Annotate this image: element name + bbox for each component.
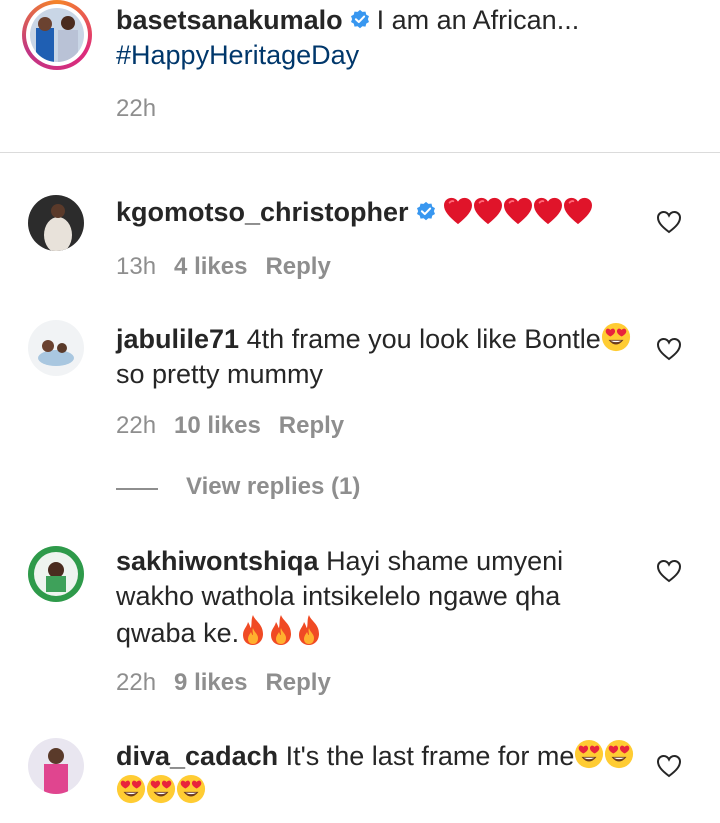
divider [0,152,720,153]
comment-line-2: wakho wathola intsikelelo ngawe qha [116,579,560,614]
red-heart-emoji [503,197,533,225]
reply-button[interactable]: Reply [265,669,330,696]
heart-eyes-emoji [574,739,604,769]
comment-text: wakho wathola intsikelelo ngawe qha [116,581,561,611]
replies-line [116,488,158,490]
fire-emoji [239,614,267,646]
comment-likes[interactable]: 10 likes [174,412,261,439]
comment-username[interactable]: sakhiwontshiqa [116,546,319,576]
red-heart-emoji [533,197,563,225]
comment-username[interactable]: jabulile71 [116,324,239,354]
heart-eyes-emoji [116,774,146,804]
comment-line-3: qwaba ke. [116,614,323,651]
comment-likes[interactable]: 9 likes [174,669,247,696]
comment-meta: 22h 9 likes Reply [116,668,349,698]
verified-badge-icon [349,9,371,31]
comment-text: It's the last frame for me [285,741,575,771]
caption-text: I am an African... [376,5,580,35]
like-heart-icon[interactable] [656,559,682,583]
like-heart-icon[interactable] [656,210,682,234]
comment-username[interactable]: kgomotso_christopher [116,197,409,227]
comment-line-2: so pretty mummy [116,357,323,392]
comment-avatar-sakhiwontshiqa[interactable] [28,546,84,602]
comment-avatar-kgomotso[interactable] [28,195,84,251]
caption-time: 22h [116,95,157,122]
fire-emoji [267,614,295,646]
view-replies-button[interactable]: View replies (1) [186,473,360,501]
comment-meta: 13h 4 likes Reply [116,252,349,282]
verified-badge-icon [415,201,437,223]
caption-line-1: basetsanakumalo I am an African... [116,3,579,38]
red-heart-emoji [443,197,473,225]
comment-likes[interactable]: 4 likes [174,253,247,280]
caption-hashtag[interactable]: #HappyHeritageDay [116,40,359,70]
like-heart-icon[interactable] [656,337,682,361]
caption-meta: 22h [116,94,174,124]
comment-avatar-jabulile[interactable] [28,320,84,376]
red-heart-emoji [563,197,593,225]
comment-text: 4th frame you look like Bontle [246,324,601,354]
comment-meta: 22h 10 likes Reply [116,411,362,441]
comment-line-1: jabulile71 4th frame you look like Bontl… [116,322,631,357]
comment-time: 22h [116,669,157,696]
fire-emoji [295,614,323,646]
caption-avatar-ring[interactable] [22,0,92,70]
heart-eyes-emoji [176,774,206,804]
caption-username[interactable]: basetsanakumalo [116,5,343,35]
reply-button[interactable]: Reply [279,412,344,439]
heart-eyes-emoji [604,739,634,769]
comment-line-1: diva_cadach It's the last frame for me [116,739,634,774]
comment-text: qwaba ke. [116,618,240,648]
caption-line-2: #HappyHeritageDay [116,38,359,73]
comment-text: Hayi shame umyeni [326,546,564,576]
comment-time: 13h [116,253,157,280]
comment-avatar-diva[interactable] [28,738,84,794]
comment-time: 22h [116,412,157,439]
comment-line-1: sakhiwontshiqa Hayi shame umyeni [116,544,563,579]
comment-username[interactable]: diva_cadach [116,741,278,771]
comment-line-2 [116,774,206,809]
red-heart-emoji-row [443,197,593,227]
heart-eyes-emoji [146,774,176,804]
heart-eyes-emoji [601,322,631,352]
comment-line: kgomotso_christopher [116,195,593,230]
reply-button[interactable]: Reply [265,253,330,280]
comment-text: so pretty mummy [116,359,324,389]
red-heart-emoji [473,197,503,225]
caption-avatar[interactable] [30,8,84,62]
like-heart-icon[interactable] [656,754,682,778]
